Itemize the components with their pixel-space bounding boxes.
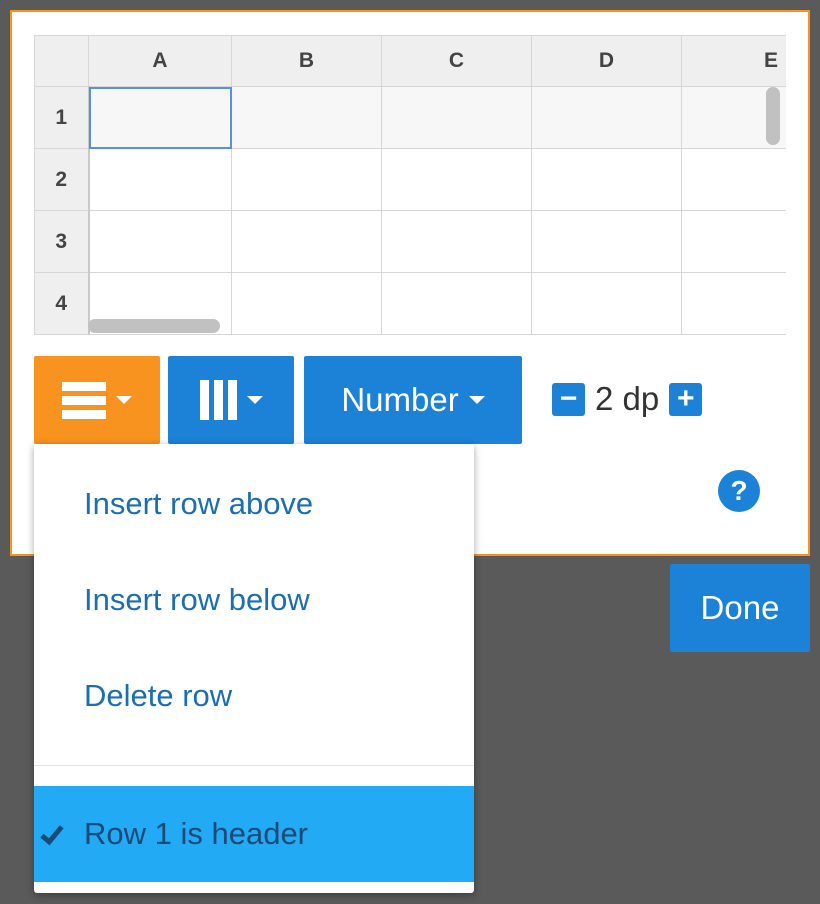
- menu-item-delete-row[interactable]: Delete row: [34, 648, 474, 744]
- cell-d2[interactable]: [531, 148, 682, 211]
- rows-dropdown-menu: Insert row above Insert row below Delete…: [34, 444, 474, 893]
- menu-item-insert-row-above[interactable]: Insert row above: [34, 456, 474, 552]
- cell-e2[interactable]: [681, 148, 786, 211]
- spreadsheet-grid: A B C D E 1 2 3 4: [34, 35, 786, 337]
- cell-b3[interactable]: [231, 210, 382, 273]
- cell-a3[interactable]: [88, 210, 232, 273]
- row-header-2[interactable]: 2: [34, 148, 90, 211]
- minus-icon[interactable]: −: [552, 382, 585, 416]
- menu-item-insert-row-below[interactable]: Insert row below: [34, 552, 474, 648]
- columns-menu-button[interactable]: [168, 356, 294, 444]
- column-header-a[interactable]: A: [88, 35, 232, 87]
- vertical-scrollbar[interactable]: [766, 87, 780, 145]
- table-row: 1: [34, 86, 786, 149]
- row-header-3[interactable]: 3: [34, 210, 90, 273]
- horizontal-scrollbar[interactable]: [88, 319, 220, 333]
- cell-e3[interactable]: [681, 210, 786, 273]
- cell-d1[interactable]: [531, 86, 682, 149]
- cell-b1[interactable]: [231, 86, 382, 149]
- column-header-e[interactable]: E: [681, 35, 786, 87]
- cell-c2[interactable]: [381, 148, 532, 211]
- column-header-b[interactable]: B: [231, 35, 382, 87]
- rows-icon: [62, 381, 106, 419]
- cell-b2[interactable]: [231, 148, 382, 211]
- chevron-down-icon: [116, 396, 132, 404]
- chevron-down-icon: [246, 396, 263, 404]
- cell-e4[interactable]: [681, 272, 786, 335]
- menu-item-row-1-is-header[interactable]: Row 1 is header: [34, 786, 474, 882]
- table-row: 3: [34, 210, 786, 273]
- column-header-c[interactable]: C: [381, 35, 532, 87]
- cell-d4[interactable]: [531, 272, 682, 335]
- decimal-places-label: 2 dp: [595, 380, 660, 417]
- help-icon[interactable]: ?: [718, 470, 760, 512]
- number-format-label: Number: [341, 381, 459, 418]
- chevron-down-icon: [468, 396, 485, 404]
- corner-cell[interactable]: [34, 35, 89, 87]
- columns-icon: [199, 380, 237, 420]
- cell-c3[interactable]: [381, 210, 532, 273]
- cell-d3[interactable]: [531, 210, 682, 273]
- menu-divider: [34, 765, 474, 766]
- spreadsheet-table: A B C D E 1 2 3 4: [34, 35, 786, 335]
- cell-b4[interactable]: [231, 272, 382, 335]
- cell-a2[interactable]: [88, 148, 232, 211]
- table-row: 2: [34, 148, 786, 211]
- cell-a1[interactable]: [88, 86, 232, 149]
- cell-c4[interactable]: [381, 272, 532, 335]
- number-format-button[interactable]: Number: [304, 356, 522, 444]
- row-header-1[interactable]: 1: [34, 86, 90, 149]
- plus-icon[interactable]: +: [669, 382, 703, 416]
- menu-item-label: Row 1 is header: [84, 816, 309, 851]
- rows-menu-button[interactable]: [34, 356, 160, 444]
- column-header-d[interactable]: D: [531, 35, 682, 87]
- cell-c1[interactable]: [381, 86, 532, 149]
- done-button[interactable]: Done: [670, 564, 810, 652]
- decimal-places-control: − 2 dp +: [552, 380, 703, 418]
- row-header-4[interactable]: 4: [34, 272, 90, 335]
- check-icon: [40, 820, 64, 846]
